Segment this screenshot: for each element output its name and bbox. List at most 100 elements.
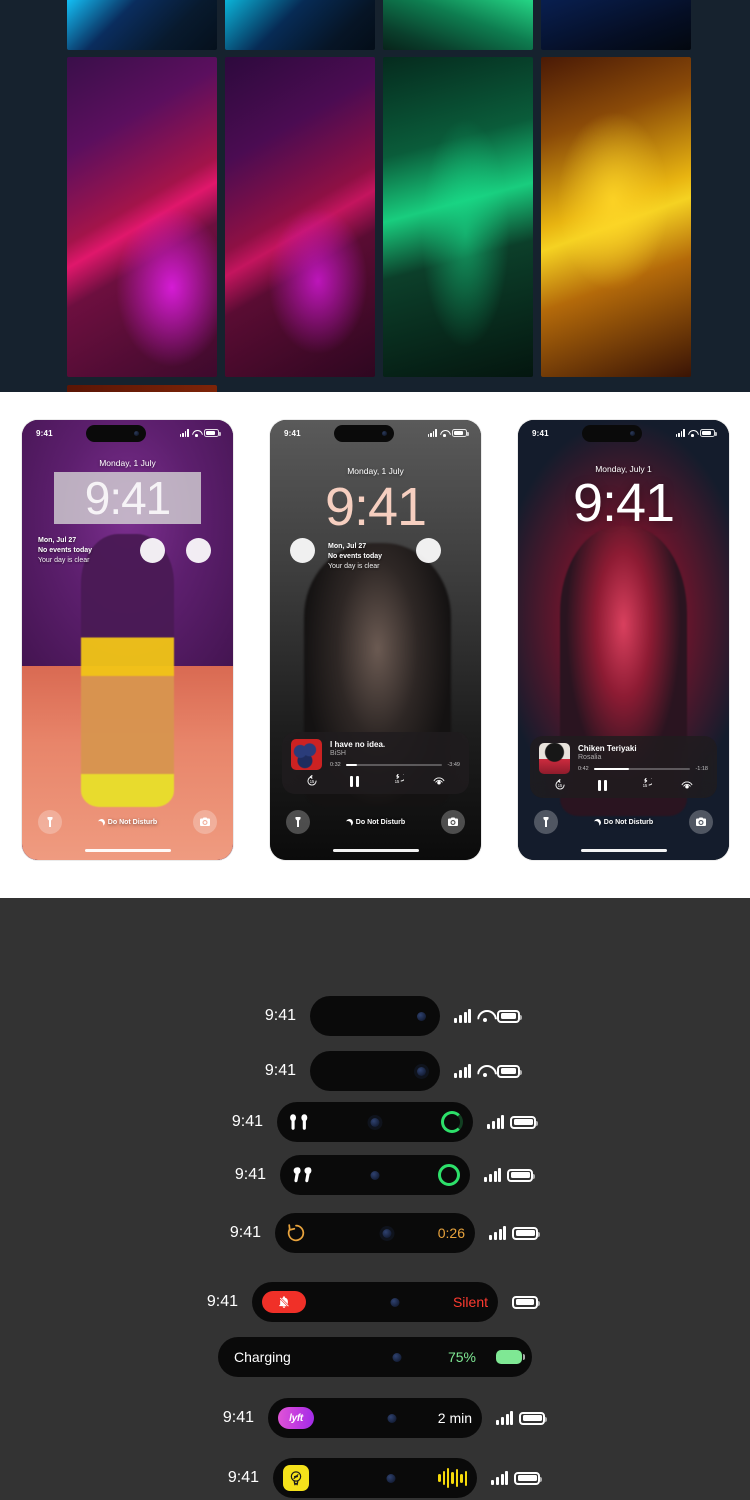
cellular-bars-icon [179,429,189,437]
wallpaper-thumb[interactable] [67,0,217,50]
camera-icon[interactable] [688,810,713,834]
calendar-line2: Your day is clear [38,557,90,564]
scrubber[interactable]: 0:42 -1:18 [578,766,708,772]
camera-icon[interactable] [192,810,217,834]
cellular-bars-icon [454,1009,472,1023]
charging-status: 75% [448,1349,526,1365]
flashlight-icon[interactable] [38,810,62,834]
island-row-shazam[interactable]: 9:41 [0,1456,750,1500]
island-row-timer[interactable]: 9:41 0:26 [0,1211,750,1255]
lockscreen-date: Monday, 1 July [347,466,404,476]
face-id-sensor-icon [370,1117,380,1127]
shazam-icon [283,1465,309,1491]
front-camera-icon [382,430,388,436]
elapsed-time: 0:42 [578,766,589,772]
status-indicators [440,1009,523,1023]
skip-forward-15-icon[interactable]: 15 [638,778,652,792]
cellular-bars-icon [491,1471,509,1485]
dynamic-island[interactable]: lyft 2 min [268,1398,482,1438]
island-row-lyft[interactable]: 9:41 lyft 2 min [0,1396,750,1440]
home-indicator[interactable] [332,848,419,852]
island-row-airpods-pro[interactable]: 9:41 [0,1100,750,1144]
wallpaper-thumb[interactable] [541,57,691,377]
airplay-audio-icon[interactable] [680,778,694,792]
camera-icon[interactable] [440,810,465,834]
lockscreen-mockups-section: 9:41 Monday, 1 July 9:41 Mon, Jul 27 No … [0,392,750,898]
dynamic-island[interactable] [277,1102,473,1142]
status-time: 9:41 [227,1469,259,1486]
dynamic-island[interactable]: Charging 75% [218,1337,532,1377]
dynamic-island[interactable] [582,424,643,442]
pause-icon[interactable] [595,778,609,792]
skip-back-15-icon[interactable]: 15 [553,778,567,792]
status-time: 9:41 [284,428,301,438]
wallpaper-thumb[interactable] [383,0,533,50]
island-row-charging[interactable]: Charging 75% [0,1335,750,1379]
progress-track[interactable] [345,763,443,767]
circular-widget[interactable] [290,538,315,563]
now-playing-widget[interactable]: Chiken Teriyaki Rosalia 0:42 -1:18 15 15 [530,736,717,798]
circular-widget[interactable] [186,538,211,563]
skip-back-15-icon[interactable]: 15 [305,774,319,788]
home-indicator[interactable] [84,848,171,852]
island-row-idle-faceid[interactable]: 9:41 [0,1049,750,1093]
wallpaper-thumb[interactable] [383,57,533,377]
circular-widget[interactable] [140,538,165,563]
track-meta: I have no idea. BiSH 0:32 -3:49 [330,739,460,770]
face-id-sensor-icon [417,1066,426,1076]
wallpaper-row-3 [67,385,217,392]
calendar-widget[interactable]: Mon, Jul 27 No events today Your day is … [38,536,92,566]
track-meta: Chiken Teriyaki Rosalia 0:42 -1:18 [578,743,708,774]
wallpaper-thumb[interactable] [541,0,691,50]
flashlight-icon[interactable] [286,810,310,834]
wallpaper-thumb[interactable] [67,385,217,392]
battery-icon [507,1168,536,1182]
silent-label: Silent [452,1294,488,1310]
wallpaper-thumb[interactable] [225,57,375,377]
phone-mockup-purple-fashion[interactable]: 9:41 Monday, 1 July 9:41 Mon, Jul 27 No … [22,420,233,860]
battery-icon [519,1411,548,1425]
progress-track[interactable] [593,767,691,771]
dynamic-island[interactable] [334,424,395,442]
island-row-airpods[interactable]: 9:41 [0,1153,750,1197]
track-artist: BiSH [330,750,346,757]
wifi-icon [477,1065,491,1077]
island-row-idle-compact[interactable]: 9:41 [0,994,750,1038]
calendar-widget[interactable]: Mon, Jul 27 No events today Your day is … [328,542,382,572]
calendar-line2: Your day is clear [328,563,380,570]
wallpaper-thumb[interactable] [67,57,217,377]
skip-forward-15-icon[interactable]: 15 [390,774,404,788]
track-artist: Rosalia [578,754,602,761]
phone-mockup-red-street[interactable]: 9:41 Monday, July 1 9:41 Chiken Teriyaki… [518,420,729,860]
flashlight-icon[interactable] [534,810,558,834]
dynamic-island[interactable] [86,424,147,442]
dynamic-island[interactable] [280,1155,470,1195]
circular-widget[interactable] [416,538,441,563]
wifi-icon [440,430,449,437]
airplay-audio-icon[interactable] [432,774,446,788]
battery-charging-icon [496,1350,526,1364]
cellular-bars-icon [427,429,437,437]
dynamic-island[interactable]: 0:26 [275,1213,475,1253]
calendar-day: Mon, Jul 27 [328,543,367,550]
island-row-silent[interactable]: 9:41 Silent [0,1280,750,1324]
focus-label: Do Not Disturb [107,818,158,826]
front-camera-icon [387,1413,397,1423]
status-indicators [440,1064,523,1078]
pause-icon[interactable] [347,774,361,788]
playback-controls: 15 15 [539,778,708,792]
status-bar: 9:41 [518,420,729,446]
dynamic-island[interactable]: Silent [252,1282,498,1322]
wifi-icon [192,430,201,437]
scrubber[interactable]: 0:32 -3:49 [330,762,460,768]
phone-mockup-dark-portrait[interactable]: 9:41 Monday, 1 July 9:41 Mon, Jul 27 No … [270,420,481,860]
dynamic-island[interactable] [273,1458,477,1498]
dynamic-island[interactable] [310,1051,440,1091]
home-indicator[interactable] [580,848,667,852]
wallpaper-thumb[interactable] [225,0,375,50]
dynamic-island[interactable] [310,996,440,1036]
album-art [291,739,322,770]
wallpaper-subject [81,534,174,808]
now-playing-widget[interactable]: I have no idea. BiSH 0:32 -3:49 15 15 [282,732,469,794]
calendar-line1: No events today [328,553,383,560]
